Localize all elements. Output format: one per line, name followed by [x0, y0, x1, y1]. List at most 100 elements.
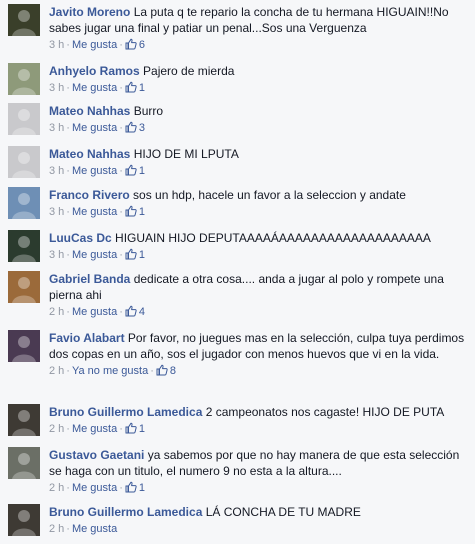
like-count: 4	[138, 306, 146, 318]
comment-text-block: LuuCas Dc HIGUAIN HIJO DEPUTAAAAÁAAAAAAA…	[49, 230, 469, 246]
comment-author-link[interactable]: Javito Moreno	[49, 5, 130, 19]
separator-dot: ·	[66, 122, 70, 134]
thumbs-up-icon	[125, 38, 137, 50]
comment-text-block: Anhyelo Ramos Pajero de mierda	[49, 63, 469, 79]
comment-timestamp[interactable]: 2 h	[49, 306, 64, 318]
separator-dot: ·	[66, 39, 70, 51]
comment-body: Favio Alabart Por favor, no juegues mas …	[49, 330, 469, 379]
avatar[interactable]	[8, 4, 40, 36]
avatar[interactable]	[8, 63, 40, 95]
comment-author-link[interactable]: Bruno Guillermo Lamedica	[49, 505, 202, 519]
separator-dot: ·	[66, 482, 70, 494]
comment-author-link[interactable]: Anhyelo Ramos	[49, 64, 140, 78]
comment-text-block: Javito Moreno La puta q te repario la co…	[49, 4, 469, 36]
comment-timestamp[interactable]: 2 h	[49, 423, 64, 435]
like-count-link[interactable]: 3	[125, 121, 145, 134]
separator-dot: ·	[66, 365, 70, 377]
like-count: 6	[138, 39, 146, 51]
comment-timestamp[interactable]: 3 h	[49, 122, 64, 134]
like-count-link[interactable]: 8	[156, 364, 176, 377]
comment-author-link[interactable]: Mateo Nahhas	[49, 147, 130, 161]
avatar[interactable]	[8, 404, 40, 436]
comment-author-link[interactable]: Gabriel Banda	[49, 272, 130, 286]
like-count: 1	[138, 165, 146, 177]
comment-author-link[interactable]: Franco Rivero	[49, 188, 130, 202]
like-count-link[interactable]: 4	[125, 305, 146, 318]
separator-dot: ·	[66, 523, 70, 535]
comment-meta: 3 h · Me gusta · 1	[49, 204, 469, 220]
thumbs-up-icon	[125, 422, 137, 434]
comment-timestamp[interactable]: 2 h	[49, 482, 64, 494]
separator-dot: ·	[119, 122, 123, 134]
separator-dot: ·	[66, 206, 70, 218]
like-count-link[interactable]: 6	[125, 38, 146, 51]
comment-text: 2 campeonatos nos cagaste! HIJO DE PUTA	[205, 405, 445, 419]
separator-dot: ·	[119, 249, 123, 261]
separator-dot: ·	[119, 423, 123, 435]
comment-body: Bruno Guillermo Lamedica LÁ CONCHA DE TU…	[49, 504, 469, 537]
like-count-link[interactable]: 1	[125, 81, 145, 94]
like-button[interactable]: Me gusta	[72, 523, 117, 535]
separator-dot: ·	[119, 306, 123, 318]
comment-body: Gabriel Banda dedicate a otra cosa.... a…	[49, 271, 469, 320]
comment-body: LuuCas Dc HIGUAIN HIJO DEPUTAAAAÁAAAAAAA…	[49, 230, 469, 263]
like-button[interactable]: Me gusta	[72, 39, 117, 51]
comment-body: Javito Moreno La puta q te repario la co…	[49, 4, 469, 53]
avatar[interactable]	[8, 330, 40, 362]
avatar[interactable]	[8, 146, 40, 178]
comment-meta: 3 h · Me gusta · 1	[49, 163, 469, 179]
like-count: 1	[138, 423, 146, 435]
comment-timestamp[interactable]: 3 h	[49, 82, 64, 94]
comment-timestamp[interactable]: 2 h	[49, 365, 64, 377]
separator-dot: ·	[66, 249, 70, 261]
avatar[interactable]	[8, 103, 40, 135]
like-button[interactable]: Me gusta	[72, 249, 117, 261]
like-count: 1	[138, 482, 146, 494]
comment-body: Gustavo Gaetani ya sabemos por que no ha…	[49, 447, 469, 496]
thumbs-up-icon	[125, 164, 137, 176]
like-button[interactable]: Me gusta	[72, 165, 117, 177]
like-button[interactable]: Me gusta	[72, 482, 117, 494]
comment-timestamp[interactable]: 3 h	[49, 206, 64, 218]
comment-list: Javito Moreno La puta q te repario la co…	[0, 0, 475, 544]
comment-text: HIJO DE MI LPUTA	[133, 147, 239, 161]
comment-timestamp[interactable]: 3 h	[49, 39, 64, 51]
comment-author-link[interactable]: Mateo Nahhas	[49, 104, 130, 118]
like-count-link[interactable]: 1	[125, 164, 146, 177]
avatar[interactable]	[8, 504, 40, 536]
like-button[interactable]: Me gusta	[72, 423, 117, 435]
comment-meta: 3 h · Me gusta · 1	[49, 247, 469, 263]
like-count: 1	[138, 249, 146, 261]
comment-text-block: Gustavo Gaetani ya sabemos por que no ha…	[49, 447, 469, 479]
separator-dot: ·	[119, 206, 123, 218]
comment-author-link[interactable]: Bruno Guillermo Lamedica	[49, 405, 202, 419]
comment-author-link[interactable]: Gustavo Gaetani	[49, 448, 144, 462]
avatar[interactable]	[8, 230, 40, 262]
thumbs-up-icon	[125, 481, 137, 493]
like-count: 1	[138, 206, 146, 218]
comment-text-block: Franco Rivero sos un hdp, hacele un favo…	[49, 187, 469, 203]
comment-meta: 2 h · Me gusta	[49, 521, 469, 537]
comment-author-link[interactable]: Favio Alabart	[49, 331, 125, 345]
like-count-link[interactable]: 1	[125, 422, 146, 435]
separator-dot: ·	[119, 482, 123, 494]
comment-timestamp[interactable]: 3 h	[49, 165, 64, 177]
comment-text-block: Favio Alabart Por favor, no juegues mas …	[49, 330, 469, 362]
comment-meta: 3 h · Me gusta · 1	[49, 80, 469, 96]
comment-body: Mateo Nahhas HIJO DE MI LPUTA 3 h · Me gust…	[49, 146, 469, 179]
like-button[interactable]: Ya no me gusta	[72, 365, 148, 377]
avatar[interactable]	[8, 447, 40, 479]
avatar[interactable]	[8, 187, 40, 219]
comment-timestamp[interactable]: 2 h	[49, 523, 64, 535]
like-button[interactable]: Me gusta	[72, 122, 117, 134]
like-button[interactable]: Me gusta	[72, 306, 117, 318]
comment-timestamp[interactable]: 3 h	[49, 249, 64, 261]
like-button[interactable]: Me gusta	[72, 206, 117, 218]
like-button[interactable]: Me gusta	[72, 82, 117, 94]
avatar[interactable]	[8, 271, 40, 303]
like-count-link[interactable]: 1	[125, 248, 146, 261]
comment-author-link[interactable]: LuuCas Dc	[49, 231, 112, 245]
thumbs-up-icon	[156, 364, 168, 376]
like-count-link[interactable]: 1	[125, 205, 146, 218]
like-count-link[interactable]: 1	[125, 481, 146, 494]
